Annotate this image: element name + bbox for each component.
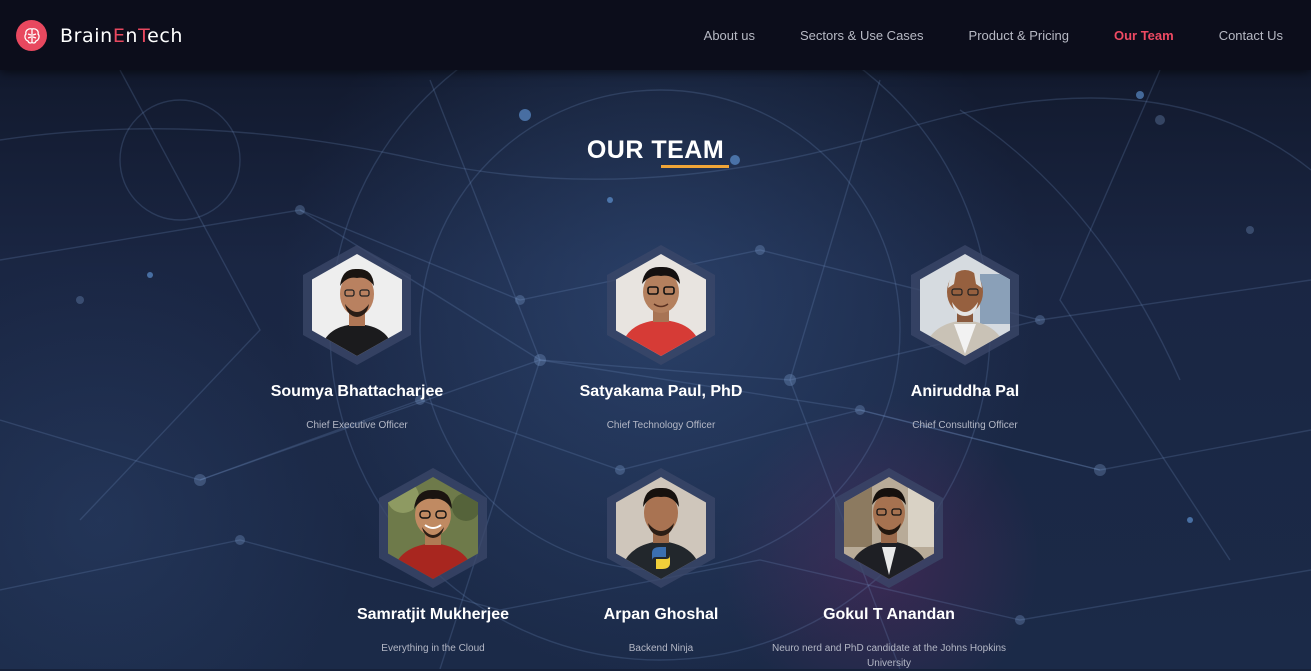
brain-icon <box>16 20 47 51</box>
nav-about-us[interactable]: About us <box>704 28 755 43</box>
member-role: Everything in the Cloud <box>381 643 485 654</box>
team-member-card: Arpan Ghoshal Backend Ninja <box>541 468 781 656</box>
brand-name-part: E <box>112 24 126 47</box>
team-member-card: Aniruddha Pal Chief Consulting Officer <box>845 245 1085 433</box>
avatar-frame <box>607 468 715 588</box>
team-member-card: Gokul T Anandan Neuro nerd and PhD candi… <box>769 468 1009 671</box>
member-name: Aniruddha Pal <box>910 383 1020 400</box>
avatar-frame <box>607 245 715 365</box>
main-nav: About us Sectors & Use Cases Product & P… <box>659 0 1283 70</box>
nav-contact-us[interactable]: Contact Us <box>1219 28 1283 43</box>
avatar <box>920 254 1010 356</box>
brand-name-part: ech <box>147 24 184 47</box>
team-member-card: Soumya Bhattacharjee Chief Executive Off… <box>237 245 477 433</box>
team-member-card: Satyakama Paul, PhD Chief Technology Off… <box>541 245 781 433</box>
section-title: OUR TEAM <box>586 136 725 164</box>
brand-name-part: Brain <box>60 24 113 47</box>
avatar <box>312 254 402 356</box>
member-name: Satyakama Paul, PhD <box>579 383 743 400</box>
avatar <box>616 477 706 579</box>
member-role: Neuro nerd and PhD candidate at the John… <box>771 643 1007 669</box>
team-section: OUR TEAM Soumya Bhattacharjee Chief Exec… <box>0 70 1311 669</box>
avatar-frame <box>835 468 943 588</box>
brand-name-part: T <box>138 24 148 47</box>
member-role: Chief Consulting Officer <box>912 420 1018 431</box>
avatar-frame <box>303 245 411 365</box>
member-name: Soumya Bhattacharjee <box>270 383 444 400</box>
nav-our-team[interactable]: Our Team <box>1114 28 1174 43</box>
brand-name-part: n <box>125 24 139 47</box>
avatar-frame <box>379 468 487 588</box>
member-name: Gokul T Anandan <box>823 606 955 623</box>
nav-sectors-use-cases[interactable]: Sectors & Use Cases <box>800 28 924 43</box>
team-member-card: Samratjit Mukherjee Everything in the Cl… <box>313 468 553 656</box>
brand-logo[interactable]: BrainEnTech <box>16 20 183 51</box>
member-role: Chief Technology Officer <box>606 420 716 431</box>
avatar <box>388 477 478 579</box>
member-name: Samratjit Mukherjee <box>356 606 510 623</box>
top-navbar: BrainEnTech About us Sectors & Use Cases… <box>0 0 1311 70</box>
avatar-frame <box>911 245 1019 365</box>
member-name: Arpan Ghoshal <box>603 606 719 623</box>
brand-name: BrainEnTech <box>60 25 183 47</box>
avatar <box>844 477 934 579</box>
nav-product-pricing[interactable]: Product & Pricing <box>969 28 1069 43</box>
member-role: Chief Executive Officer <box>306 420 408 431</box>
member-role: Backend Ninja <box>628 643 694 654</box>
avatar <box>616 254 706 356</box>
title-underline <box>661 165 729 168</box>
